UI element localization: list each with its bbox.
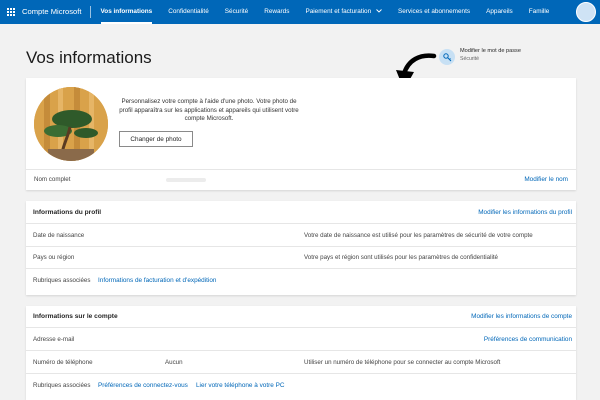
edit-account-info-link[interactable]: Modifier les informations de compte — [471, 313, 572, 320]
nav-vos-informations[interactable]: Vos informations — [93, 0, 161, 24]
nav-rewards[interactable]: Rewards — [256, 0, 297, 24]
divider — [26, 169, 576, 170]
profile-photo-card: Personnalisez votre compte à l'aide d'un… — [26, 78, 576, 190]
photo-description: Personnalisez votre compte à l'aide d'un… — [119, 98, 299, 123]
sign-in-preferences-link[interactable]: Préférences de connectez-vous — [98, 382, 188, 389]
nav-famille[interactable]: Famille — [521, 0, 558, 24]
change-password-title: Modifier le mot de passe — [460, 48, 521, 54]
link-phone-to-pc-link[interactable]: Lier votre téléphone à votre PC — [196, 382, 284, 389]
profile-info-card: Informations du profil Modifier les info… — [26, 201, 576, 295]
birth-date-description: Votre date de naissance est utilisé pour… — [304, 232, 533, 239]
divider — [26, 223, 576, 224]
nav-confidentialite[interactable]: Confidentialité — [160, 0, 217, 24]
full-name-label: Nom complet — [34, 176, 71, 183]
change-password-link[interactable]: Modifier le mot de passe Sécurité — [439, 48, 521, 65]
app-launcher-icon[interactable] — [0, 0, 22, 24]
divider — [26, 268, 576, 269]
phone-description: Utiliser un numéro de téléphone pour se … — [304, 359, 501, 366]
edit-name-link[interactable]: Modifier le nom — [524, 176, 568, 183]
divider — [26, 373, 576, 374]
email-label: Adresse e-mail — [33, 336, 75, 343]
nav-securite[interactable]: Sécurité — [217, 0, 256, 24]
chevron-down-icon — [376, 0, 382, 24]
phone-label: Numéro de téléphone — [33, 359, 93, 366]
country-label: Pays ou région — [33, 254, 75, 261]
divider — [26, 350, 576, 351]
brand-title[interactable]: Compte Microsoft — [22, 6, 91, 18]
related-topics-label: Rubriques associées — [33, 382, 91, 389]
nav-services-abonnements[interactable]: Services et abonnements — [390, 0, 478, 24]
account-info-card: Informations sur le compte Modifier les … — [26, 306, 576, 400]
divider — [26, 246, 576, 247]
divider — [26, 327, 576, 328]
account-avatar[interactable] — [576, 2, 596, 22]
birth-date-label: Date de naissance — [33, 232, 85, 239]
key-icon — [439, 49, 455, 65]
nav-appareils[interactable]: Appareils — [478, 0, 521, 24]
account-info-title: Informations sur le compte — [33, 313, 118, 320]
related-topics-label: Rubriques associées — [33, 277, 91, 284]
top-nav-bar: Compte Microsoft Vos informations Confid… — [0, 0, 600, 24]
page-title: Vos informations — [26, 48, 152, 67]
communication-preferences-link[interactable]: Préférences de communication — [484, 336, 572, 343]
profile-info-title: Informations du profil — [33, 209, 102, 216]
profile-photo — [34, 87, 108, 161]
billing-shipping-link[interactable]: Informations de facturation et d'expédit… — [98, 277, 216, 284]
change-photo-button[interactable]: Changer de photo — [119, 131, 193, 147]
edit-profile-info-link[interactable]: Modifier les informations du profil — [478, 209, 572, 216]
phone-value: Aucun — [165, 359, 183, 366]
nav-paiement-facturation[interactable]: Paiement et facturation — [297, 0, 390, 24]
full-name-value-redacted — [166, 178, 206, 182]
country-description: Votre pays et région sont utilisés pour … — [304, 254, 498, 261]
change-password-subtitle: Sécurité — [460, 56, 480, 62]
nav-paiement-label: Paiement et facturation — [305, 8, 372, 15]
